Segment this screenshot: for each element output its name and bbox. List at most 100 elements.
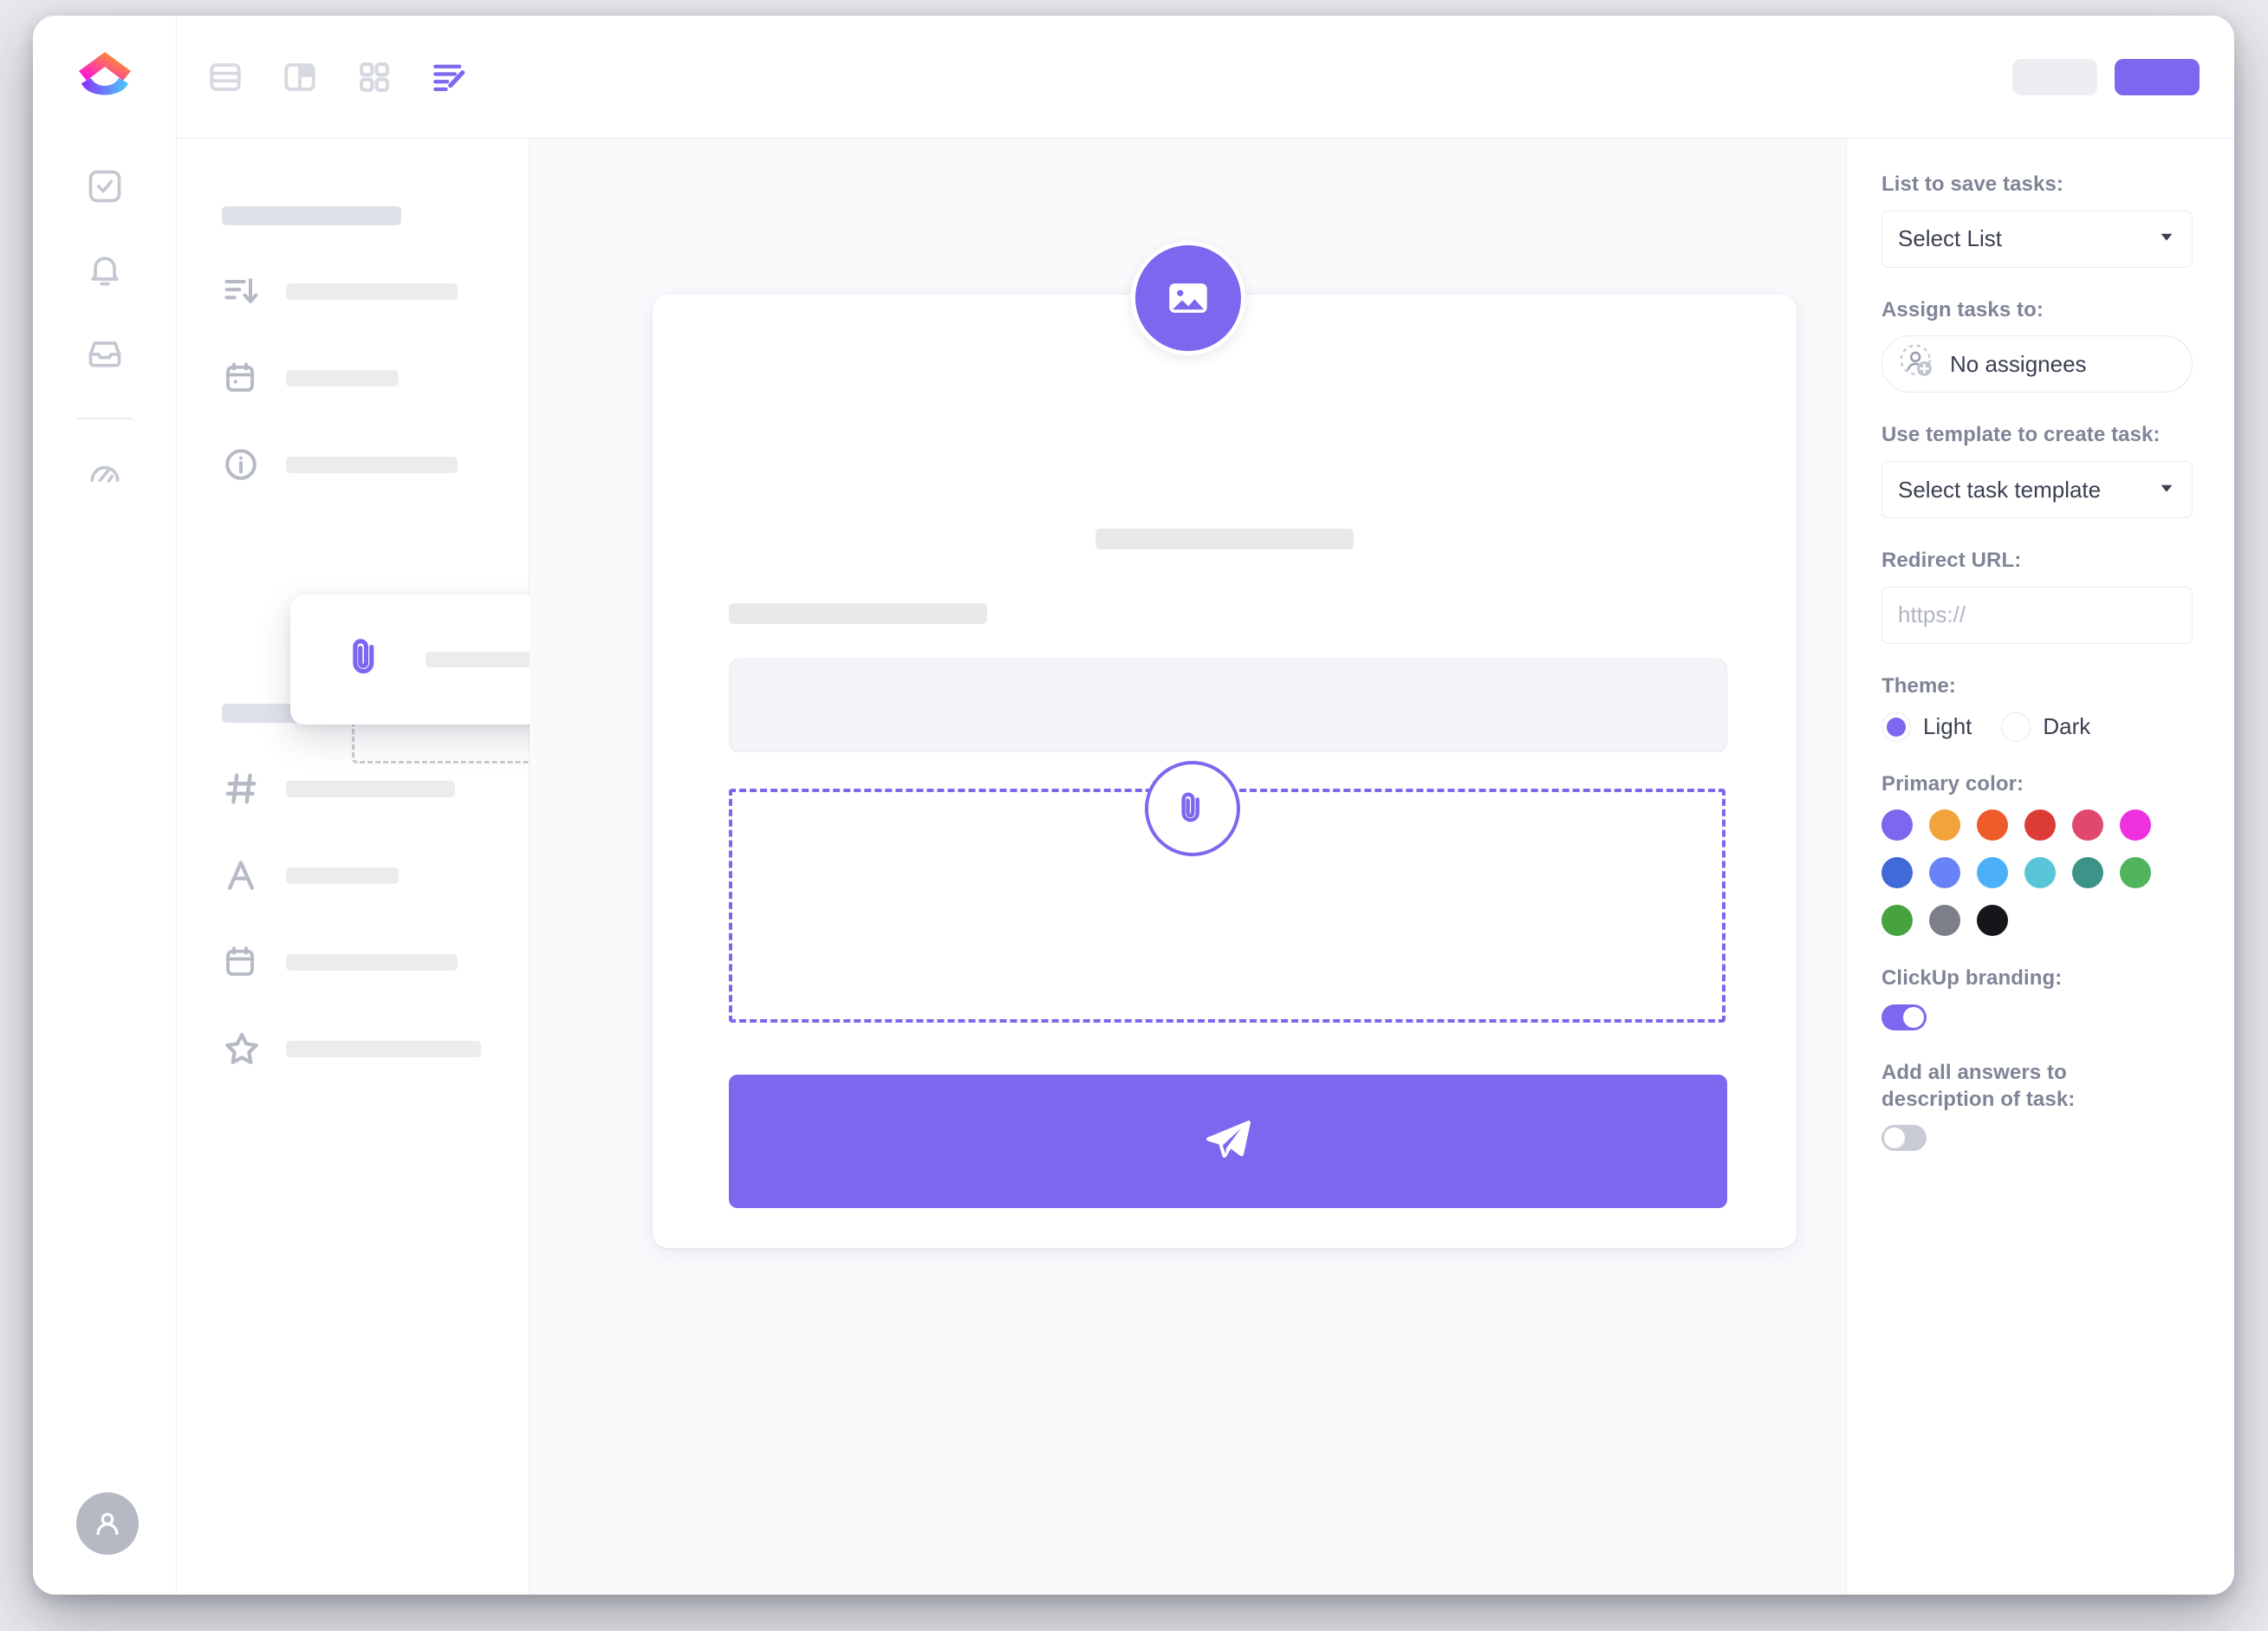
setting-assignees: Assign tasks to: No assignees	[1881, 297, 2193, 393]
user-avatar[interactable]	[76, 1492, 139, 1555]
list-select-value: Select List	[1898, 225, 2002, 252]
field-palette-sidebar	[177, 139, 653, 1595]
color-swatch-3[interactable]	[2024, 809, 2056, 841]
redirect-url-input[interactable]: https://	[1881, 586, 2193, 644]
sidebar-item-dashboards[interactable]	[78, 445, 132, 499]
palette-field-number[interactable]	[222, 768, 529, 809]
theme-label: Theme:	[1881, 673, 1956, 698]
palette-field-sort[interactable]	[222, 270, 529, 312]
setting-list: List to save tasks: Select List	[1881, 172, 2193, 268]
theme-option-dark[interactable]: Dark	[2001, 712, 2090, 742]
toggle-knob	[1884, 1127, 1905, 1149]
theme-radio-group: Light Dark	[1881, 712, 2193, 742]
add-assignee-icon	[1898, 342, 1936, 387]
primary-color-swatches	[1881, 809, 2167, 937]
redirect-url-placeholder: https://	[1898, 601, 1966, 628]
assign-label: Assign tasks to:	[1881, 297, 2044, 322]
color-swatch-11[interactable]	[2120, 857, 2151, 889]
form-settings-panel: List to save tasks: Select List Assign t…	[1846, 139, 2234, 1595]
info-circle-icon	[222, 445, 269, 484]
palette-field-info[interactable]	[222, 444, 529, 485]
cover-image-button[interactable]	[1130, 241, 1245, 355]
form-preview-card	[653, 295, 1797, 1248]
top-toolbar	[177, 16, 2234, 139]
chevron-down-icon	[2157, 477, 2176, 504]
color-swatch-9[interactable]	[2024, 857, 2056, 889]
palette-field-label	[286, 369, 399, 387]
form-title-placeholder	[1095, 529, 1354, 549]
app-window: List to save tasks: Select List Assign t…	[33, 16, 2234, 1595]
color-swatch-4[interactable]	[2072, 809, 2103, 841]
color-swatch-7[interactable]	[1929, 857, 1960, 889]
sidebar-item-inbox[interactable]	[78, 326, 132, 380]
setting-branding: ClickUp branding:	[1881, 965, 2193, 1031]
palette-field-date[interactable]	[222, 357, 529, 399]
palette-field-label	[286, 953, 458, 971]
setting-template: Use template to create task: Select task…	[1881, 422, 2193, 519]
color-swatch-12[interactable]	[1881, 905, 1913, 937]
color-swatch-8[interactable]	[1977, 857, 2008, 889]
color-swatch-13[interactable]	[1929, 905, 1960, 937]
answers-label: Add all answers to description of task:	[1881, 1061, 2076, 1111]
setting-theme: Theme: Light Dark	[1881, 673, 2193, 742]
primary-action-button[interactable]	[2115, 58, 2200, 95]
calendar-icon	[222, 360, 269, 396]
color-swatch-0[interactable]	[1881, 809, 1913, 841]
form-canvas	[530, 139, 1846, 1595]
form-submit-button[interactable]	[729, 1075, 1727, 1208]
setting-answers-description: Add all answers to description of task:	[1881, 1060, 2193, 1152]
answers-toggle[interactable]	[1881, 1125, 1927, 1152]
send-paper-plane-icon	[1201, 1114, 1255, 1170]
list-view-icon[interactable]	[201, 53, 250, 101]
template-select-value: Select task template	[1898, 476, 2102, 503]
list-label: List to save tasks:	[1881, 172, 2063, 196]
color-swatch-5[interactable]	[2120, 809, 2151, 841]
board-view-icon[interactable]	[276, 53, 324, 101]
form-view-icon[interactable]	[425, 53, 473, 101]
palette-field-date-2[interactable]	[222, 941, 529, 983]
sidebar-item-tasks[interactable]	[78, 159, 132, 213]
assignee-value: No assignees	[1950, 350, 2087, 377]
secondary-action-button[interactable]	[2012, 58, 2097, 95]
form-field-label-placeholder	[729, 603, 987, 624]
form-field-input-placeholder[interactable]	[729, 659, 1727, 752]
palette-field-label	[286, 867, 399, 884]
attachment-drop-badge	[1145, 761, 1240, 856]
toolbar-right-actions	[2012, 58, 2200, 95]
color-swatch-14[interactable]	[1977, 905, 2008, 937]
template-label: Use template to create task:	[1881, 423, 2161, 447]
screenshot-root: List to save tasks: Select List Assign t…	[0, 0, 2268, 1631]
color-swatch-2[interactable]	[1977, 809, 2008, 841]
star-icon	[222, 1029, 269, 1069]
color-swatch-1[interactable]	[1929, 809, 1960, 841]
palette-field-label	[286, 1040, 481, 1057]
template-select[interactable]: Select task template	[1881, 461, 2193, 519]
palette-section-title-1	[222, 206, 401, 225]
text-letter-icon	[222, 856, 269, 894]
palette-field-label	[286, 456, 458, 473]
primary-color-label: Primary color:	[1881, 771, 2024, 796]
assignee-picker[interactable]: No assignees	[1881, 335, 2193, 393]
sidebar-item-notifications[interactable]	[78, 243, 132, 296]
radio-dot-dark	[2001, 712, 2031, 742]
branding-label: ClickUp branding:	[1881, 966, 2063, 991]
palette-field-rating[interactable]	[222, 1028, 529, 1069]
clickup-logo-icon[interactable]	[74, 45, 136, 107]
rail-divider	[75, 418, 133, 419]
setting-redirect-url: Redirect URL: https://	[1881, 548, 2193, 644]
theme-option-light[interactable]: Light	[1881, 712, 1972, 742]
color-swatch-6[interactable]	[1881, 857, 1913, 889]
palette-field-text[interactable]	[222, 854, 529, 896]
hash-icon	[222, 769, 269, 809]
color-swatch-10[interactable]	[2072, 857, 2103, 889]
view-switcher	[201, 53, 473, 101]
list-select[interactable]: Select List	[1881, 210, 2193, 268]
redirect-label: Redirect URL:	[1881, 549, 2022, 573]
calendar-icon	[222, 944, 269, 980]
branding-toggle[interactable]	[1881, 1004, 1927, 1031]
toggle-knob	[1903, 1007, 1924, 1029]
grid-view-icon[interactable]	[350, 53, 399, 101]
sort-descending-icon	[222, 272, 269, 310]
theme-dark-label: Dark	[2043, 713, 2091, 740]
radio-dot-light	[1881, 712, 1911, 742]
